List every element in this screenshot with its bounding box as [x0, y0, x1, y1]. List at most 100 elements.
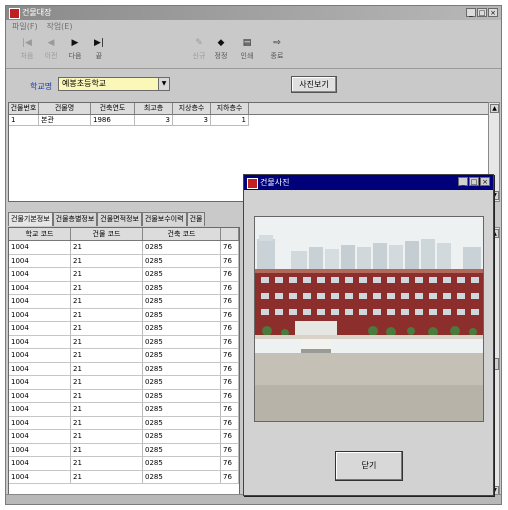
table-cell: 1004 — [9, 268, 71, 282]
tab[interactable]: 건물보수이력 — [141, 212, 187, 226]
maximize-button[interactable]: □ — [469, 177, 479, 186]
table-cell: 21 — [71, 430, 143, 444]
column-header[interactable]: 지상층수 — [173, 103, 211, 114]
table-row[interactable]: 1004 21 0285 76 — [9, 335, 239, 349]
column-header[interactable]: 건물번호 — [9, 103, 39, 114]
table-cell: 76 — [221, 308, 239, 322]
table-cell: 76 — [221, 362, 239, 376]
table-cell: 76 — [221, 470, 239, 484]
search-row: 학교명 예봉초등학교 ▼ 사진보기 — [6, 69, 501, 99]
column-header[interactable]: 지하층수 — [211, 103, 249, 114]
table-cell: 1004 — [9, 403, 71, 417]
table-cell: 1004 — [9, 335, 71, 349]
column-header[interactable]: 건축 코드 — [143, 228, 221, 240]
table-cell: 1004 — [9, 295, 71, 309]
table-row[interactable]: 1004 21 0285 76 — [9, 362, 239, 376]
table-row[interactable]: 1004 21 0285 76 — [9, 349, 239, 363]
column-header[interactable] — [221, 228, 239, 240]
table-row[interactable]: 1004 21 0285 76 — [9, 281, 239, 295]
building-photo — [254, 216, 484, 422]
table-cell: 0285 — [143, 295, 221, 309]
next-record-icon: ▶ — [71, 38, 79, 48]
toolbar-button[interactable]: ◀ 이전 — [38, 38, 64, 61]
school-building-image — [255, 217, 483, 421]
table-row[interactable]: 1004 21 0285 76 — [9, 403, 239, 417]
table-row[interactable]: 1004 21 0285 76 — [9, 430, 239, 444]
table-cell: 0285 — [143, 335, 221, 349]
minimize-button[interactable]: _ — [458, 177, 468, 186]
print-icon: ▤ — [242, 38, 252, 48]
column-header[interactable]: 학교 코드 — [9, 228, 71, 240]
table-row[interactable]: 1004 21 0285 76 — [9, 416, 239, 430]
table-row[interactable]: 1004 21 0285 76 — [9, 457, 239, 471]
table-cell: 1004 — [9, 457, 71, 471]
table-cell: 1004 — [9, 254, 71, 268]
menu-file[interactable]: 파일(F) — [12, 21, 38, 32]
tab[interactable]: 건물층별정보 — [52, 212, 98, 226]
table-row[interactable]: 1004 21 0285 76 — [9, 322, 239, 336]
maximize-button[interactable]: □ — [477, 8, 487, 17]
school-name-label: 학교명 — [30, 82, 53, 91]
photo-popup-window: 건물사진 _ □ × 닫기 — [243, 174, 494, 496]
table-cell: 21 — [71, 457, 143, 471]
minimize-button[interactable]: _ — [466, 8, 476, 17]
previous-record-icon: ◀ — [47, 38, 55, 48]
close-button[interactable]: × — [480, 177, 490, 186]
table-cell: 1004 — [9, 416, 71, 430]
table-cell: 1 — [9, 115, 39, 126]
table-row[interactable]: 1004 21 0285 76 — [9, 254, 239, 268]
table-cell: 0285 — [143, 470, 221, 484]
tab[interactable]: 건물 — [186, 212, 206, 226]
menu-bar: 파일(F) 작업(E) — [6, 21, 501, 33]
building-grid-header: 건물번호 건물명 건축연도 최고층 지상층수 지하층수 — [9, 103, 491, 115]
table-cell: 76 — [221, 389, 239, 403]
table-row[interactable]: 1004 21 0285 76 — [9, 308, 239, 322]
tab[interactable]: 건물기본정보 — [8, 212, 53, 226]
table-cell: 0285 — [143, 457, 221, 471]
toolbar-button-label: 처음 — [20, 52, 34, 60]
detail-grid-body: 1004 21 0285 76 1004 21 0285 76 1004 21 0285 76 1004… — [9, 241, 239, 484]
column-header[interactable]: 건물명 — [39, 103, 91, 114]
table-cell: 1004 — [9, 281, 71, 295]
table-cell: 76 — [221, 281, 239, 295]
scroll-up-icon[interactable]: ▲ — [490, 104, 499, 113]
toolbar-button[interactable]: ⇨ 종료 — [264, 38, 290, 61]
table-cell: 21 — [71, 254, 143, 268]
table-cell: 1004 — [9, 389, 71, 403]
school-name-combo[interactable]: 예봉초등학교 ▼ — [58, 77, 170, 91]
table-row[interactable]: 1004 21 0285 76 — [9, 470, 239, 484]
column-header[interactable]: 건물 코드 — [71, 228, 143, 240]
table-row[interactable]: 1004 21 0285 76 — [9, 443, 239, 457]
menu-edit[interactable]: 작업(E) — [46, 21, 72, 32]
toolbar-button[interactable]: |◀ 처음 — [14, 38, 40, 61]
toolbar-button-label: 종료 — [270, 52, 284, 60]
popup-close-button[interactable]: 닫기 — [335, 451, 403, 481]
app-icon — [9, 8, 20, 19]
tab[interactable]: 건물면적정보 — [97, 212, 142, 226]
table-cell: 21 — [71, 389, 143, 403]
toolbar-button-label: 다음 — [68, 52, 82, 60]
column-header[interactable]: 건축연도 — [91, 103, 135, 114]
table-row[interactable]: 1 본관 1986 3 3 1 — [9, 115, 491, 126]
table-cell: 0285 — [143, 322, 221, 336]
table-row[interactable]: 1004 21 0285 76 — [9, 295, 239, 309]
table-row[interactable]: 1004 21 0285 76 — [9, 241, 239, 255]
chevron-down-icon[interactable]: ▼ — [158, 77, 170, 91]
view-photo-button[interactable]: 사진보기 — [291, 76, 337, 93]
table-row[interactable]: 1004 21 0285 76 — [9, 389, 239, 403]
table-cell: 21 — [71, 349, 143, 363]
toolbar-button[interactable]: ◆ 정정 — [208, 38, 234, 61]
column-header[interactable]: 최고층 — [135, 103, 173, 114]
table-cell: 76 — [221, 349, 239, 363]
table-cell: 0285 — [143, 443, 221, 457]
popup-title: 건물사진 — [260, 178, 290, 187]
close-button[interactable]: × — [488, 8, 498, 17]
table-row[interactable]: 1004 21 0285 76 — [9, 376, 239, 390]
toolbar-button[interactable]: ▶ 다음 — [62, 38, 88, 61]
school-name-value: 예봉초등학교 — [62, 79, 107, 88]
table-cell: 3 — [173, 115, 211, 126]
table-row[interactable]: 1004 21 0285 76 — [9, 268, 239, 282]
toolbar-button[interactable]: ▶| 끝 — [86, 38, 112, 61]
toolbar-button[interactable]: ▤ 인쇄 — [234, 38, 260, 61]
table-cell: 1004 — [9, 349, 71, 363]
